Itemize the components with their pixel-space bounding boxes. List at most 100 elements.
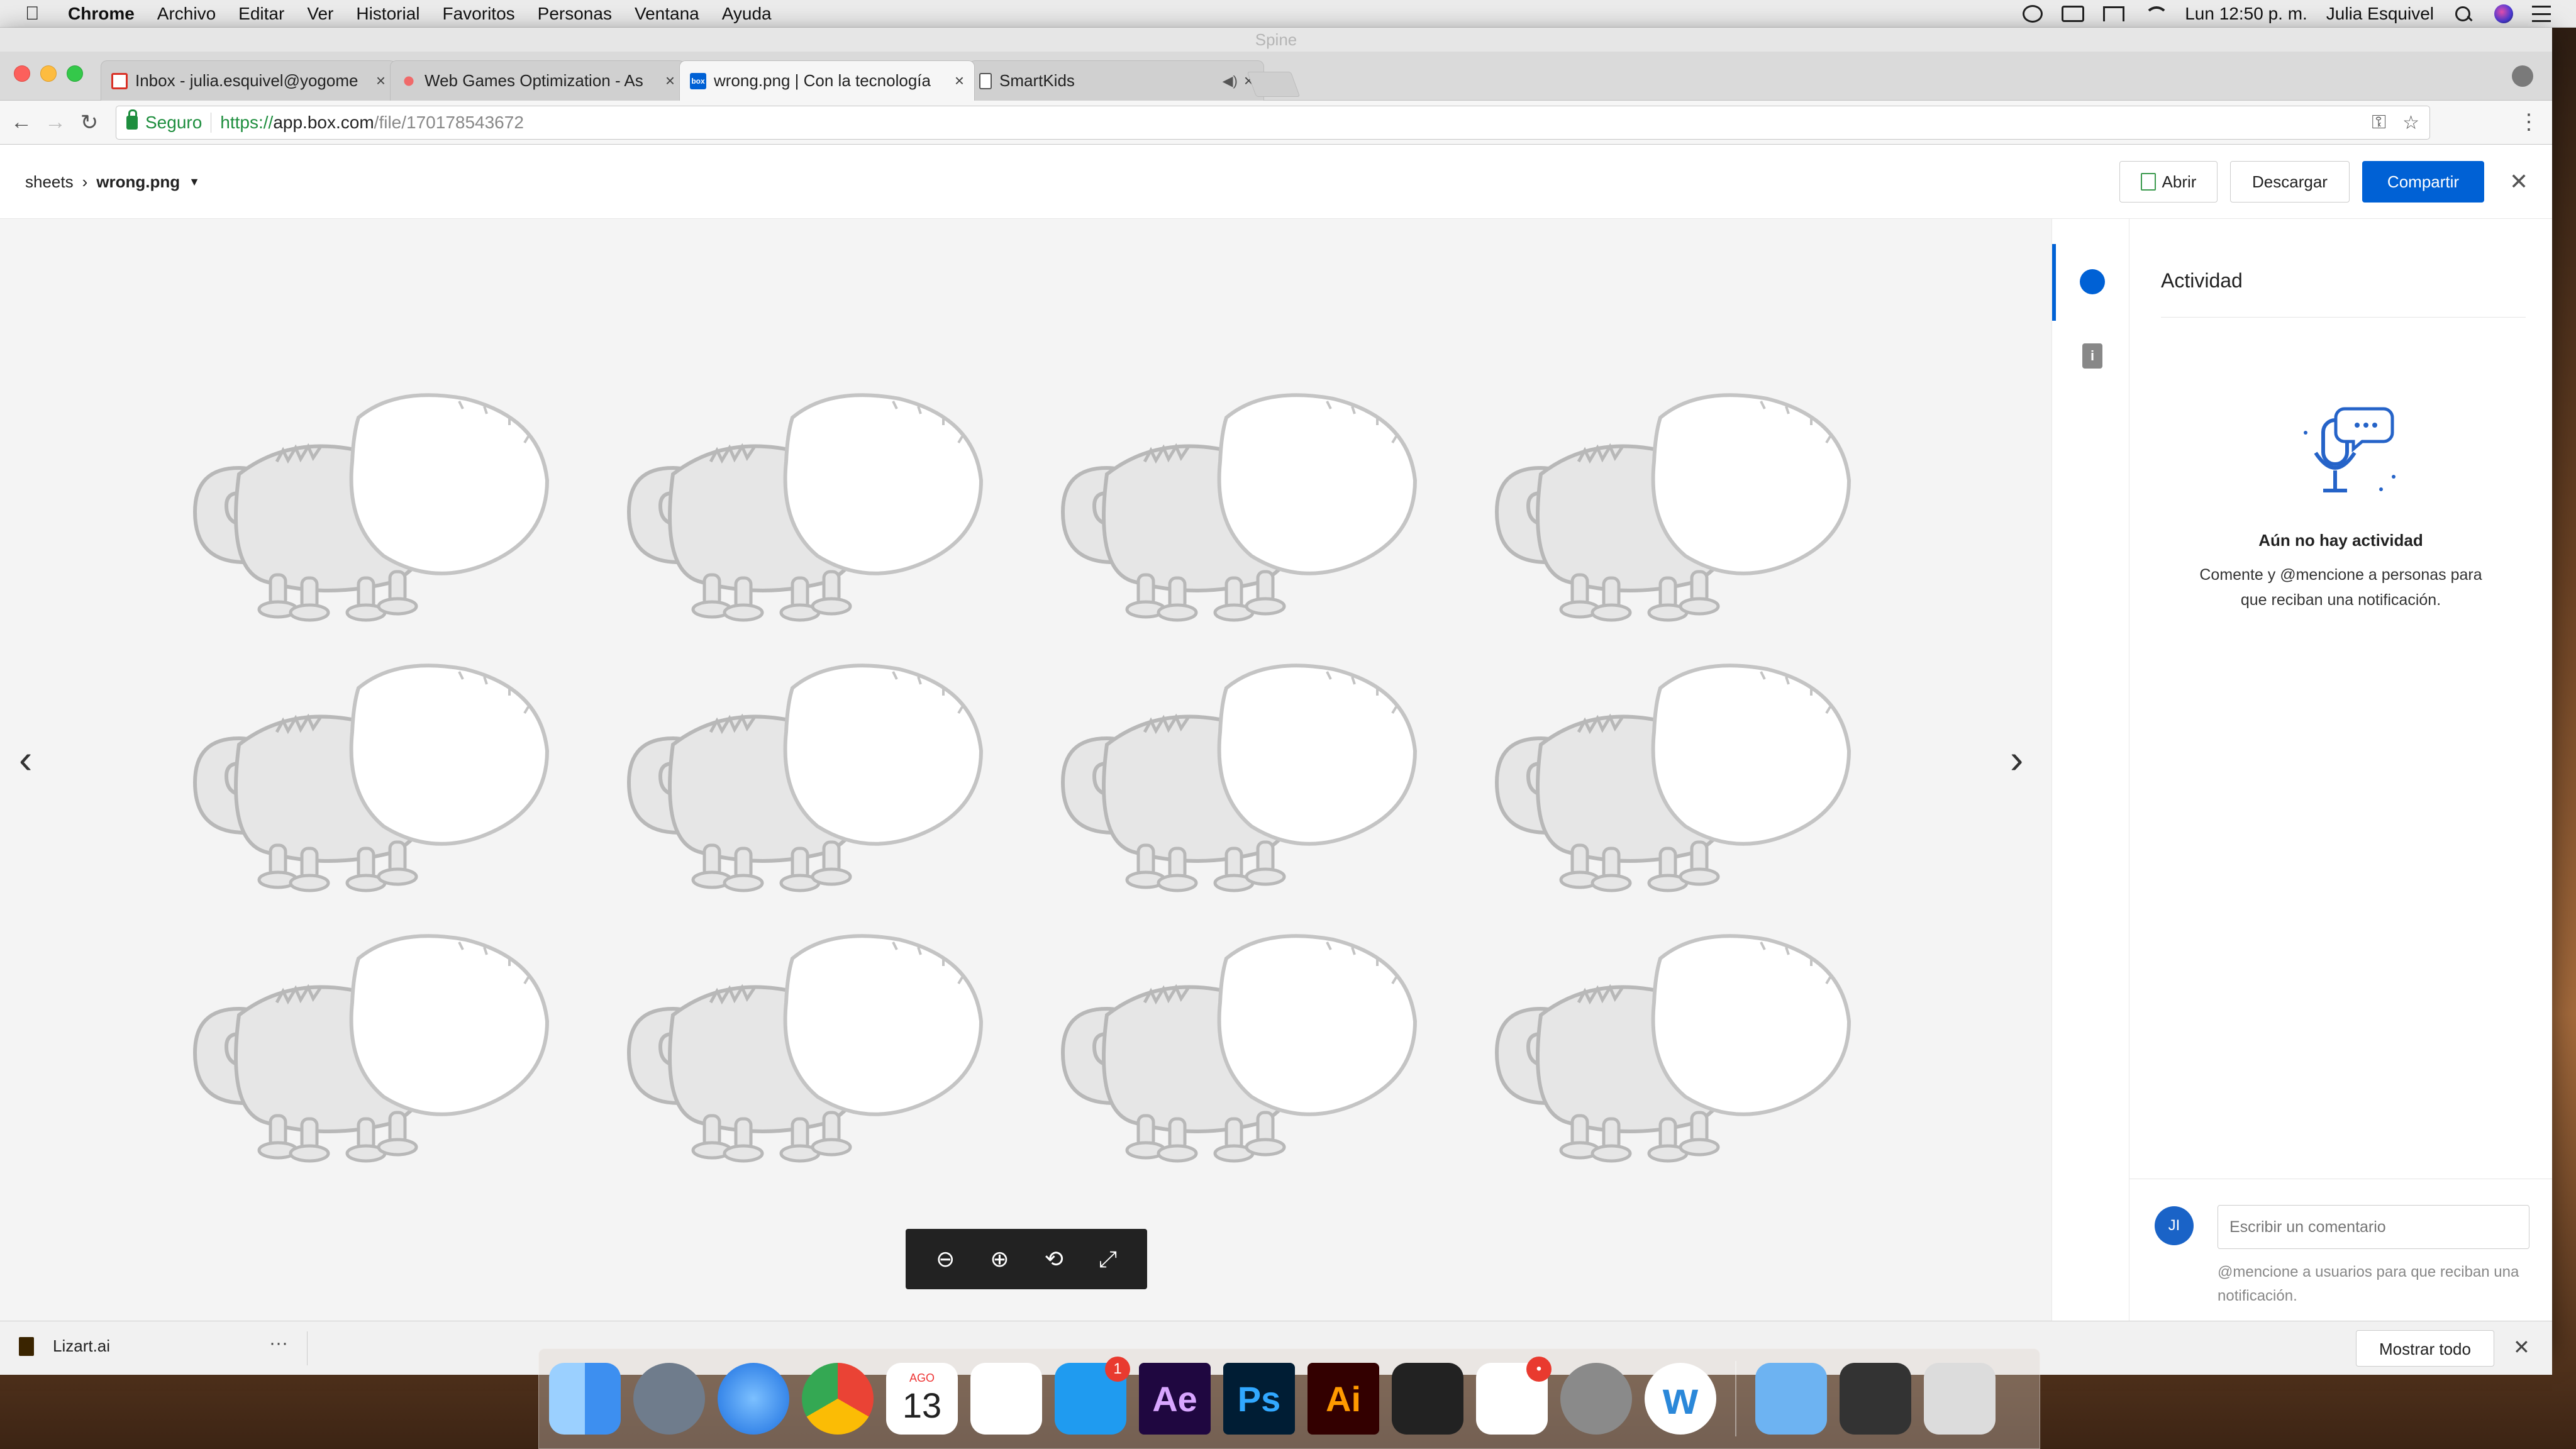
tab-label: Inbox - julia.esquivel@yogome bbox=[135, 71, 358, 90]
chrome-icon[interactable] bbox=[802, 1363, 874, 1435]
airplay-icon[interactable] bbox=[2103, 6, 2125, 21]
close-preview-icon[interactable]: ✕ bbox=[2509, 169, 2528, 195]
browser-window: Spine Inbox - julia.esquivel@yogome × We… bbox=[0, 28, 2552, 1375]
apple-icon[interactable]:  bbox=[25, 3, 50, 25]
tab-web-games-optimization[interactable]: Web Games Optimization - As × bbox=[390, 60, 686, 101]
recent-illustrator-file-icon[interactable] bbox=[1840, 1363, 1911, 1435]
browser-toolbar: ← → ↻ Seguro https:// app.box.com /file/… bbox=[0, 101, 2552, 145]
wifi-icon[interactable] bbox=[2143, 5, 2169, 23]
activity-chat-icon[interactable] bbox=[2080, 269, 2105, 294]
details-info-icon[interactable]: i bbox=[2082, 343, 2102, 369]
reminders-icon[interactable] bbox=[970, 1363, 1042, 1435]
notification-list-icon[interactable] bbox=[2532, 5, 2551, 22]
menu-archivo[interactable]: Archivo bbox=[157, 4, 216, 24]
chameleon-outline bbox=[192, 663, 550, 892]
microphone-illustration-icon bbox=[2304, 407, 2396, 492]
menu-favoritos[interactable]: Favoritos bbox=[443, 4, 515, 24]
spine-icon[interactable] bbox=[1392, 1363, 1463, 1435]
breadcrumb-parent[interactable]: sheets bbox=[25, 172, 74, 192]
security-label: Seguro bbox=[145, 113, 203, 132]
comment-input[interactable] bbox=[2218, 1205, 2529, 1249]
next-file-chevron-icon[interactable]: › bbox=[2010, 736, 2023, 782]
tab-close-icon[interactable]: × bbox=[376, 71, 386, 91]
previous-file-chevron-icon[interactable]: ‹ bbox=[19, 736, 32, 782]
address-bar[interactable]: Seguro https:// app.box.com /file/170178… bbox=[116, 106, 2430, 140]
siri-icon[interactable] bbox=[2494, 4, 2513, 23]
tab-label: SmartKids bbox=[999, 71, 1075, 90]
new-tab-button[interactable] bbox=[1246, 72, 1301, 97]
tab-close-icon[interactable]: × bbox=[955, 71, 964, 91]
download-button[interactable]: Descargar bbox=[2230, 161, 2350, 203]
illustrator-file-icon bbox=[19, 1336, 34, 1356]
tab-inbox[interactable]: Inbox - julia.esquivel@yogome × bbox=[101, 60, 396, 101]
dock: AGO 13 1 Ae Ps Ai • w bbox=[538, 1348, 2040, 1449]
minimize-window-button[interactable] bbox=[40, 65, 57, 82]
menu-ayuda[interactable]: Ayuda bbox=[722, 4, 772, 24]
tab-wrong-png[interactable]: box wrong.png | Con la tecnología × bbox=[679, 60, 975, 101]
slack-icon[interactable]: • bbox=[1476, 1357, 1552, 1435]
chameleon-outline bbox=[1494, 663, 1852, 892]
menu-app-name[interactable]: Chrome bbox=[68, 4, 135, 24]
forward-arrow-icon[interactable]: → bbox=[43, 110, 68, 135]
spotlight-search-icon[interactable] bbox=[2453, 5, 2475, 23]
divider bbox=[307, 1331, 308, 1365]
open-button[interactable]: Abrir bbox=[2119, 161, 2218, 203]
menu-ver[interactable]: Ver bbox=[307, 4, 333, 24]
safari-icon[interactable] bbox=[718, 1363, 789, 1435]
photoshop-icon[interactable]: Ps bbox=[1223, 1363, 1295, 1435]
launchpad-icon[interactable] bbox=[633, 1363, 705, 1435]
chameleon-outline bbox=[1060, 393, 1418, 622]
downloads-folder-icon[interactable] bbox=[1755, 1363, 1827, 1435]
finder-icon[interactable] bbox=[549, 1363, 621, 1435]
url-path: /file/170178543672 bbox=[374, 113, 524, 132]
avatar: JI bbox=[2155, 1206, 2194, 1245]
download-item[interactable]: Lizart.ai bbox=[19, 1336, 110, 1356]
show-all-downloads-button[interactable]: Mostrar todo bbox=[2356, 1330, 2494, 1367]
tab-label: wrong.png | Con la tecnología bbox=[714, 71, 931, 90]
document-icon bbox=[979, 72, 992, 89]
menu-editar[interactable]: Editar bbox=[238, 4, 284, 24]
bookmark-star-icon[interactable]: ☆ bbox=[2402, 112, 2419, 134]
rotate-icon[interactable]: ⟲ bbox=[1045, 1246, 1063, 1272]
profile-icon[interactable] bbox=[2512, 65, 2533, 87]
breadcrumb-current[interactable]: wrong.png bbox=[96, 172, 180, 192]
system-preferences-icon[interactable] bbox=[1560, 1363, 1632, 1435]
speaker-icon[interactable]: ◀) bbox=[1223, 73, 1238, 89]
lock-icon bbox=[126, 109, 138, 130]
menu-bar:  Chrome Archivo Editar Ver Historial Fa… bbox=[0, 0, 2576, 28]
menu-historial[interactable]: Historial bbox=[356, 4, 419, 24]
wunderlist-icon[interactable]: w bbox=[1645, 1363, 1716, 1435]
app-store-icon[interactable]: 1 bbox=[1055, 1357, 1130, 1435]
key-icon[interactable]: ⚿ bbox=[2372, 112, 2386, 134]
close-window-button[interactable] bbox=[14, 65, 30, 82]
menu-clock[interactable]: Lun 12:50 p. m. bbox=[2185, 4, 2307, 24]
tab-smartkids[interactable]: SmartKids ◀) × bbox=[969, 60, 1264, 101]
fullscreen-icon[interactable]: ⤢ bbox=[1099, 1246, 1117, 1273]
menu-user[interactable]: Julia Esquivel bbox=[2326, 4, 2434, 24]
zoom-in-icon[interactable]: ⊕ bbox=[990, 1246, 1009, 1272]
creative-cloud-icon[interactable] bbox=[2023, 4, 2043, 23]
chameleon-outline bbox=[192, 393, 550, 622]
menu-personas[interactable]: Personas bbox=[538, 4, 612, 24]
download-options-icon[interactable]: ··· bbox=[269, 1333, 288, 1354]
trash-icon[interactable] bbox=[1924, 1363, 1996, 1435]
after-effects-icon[interactable]: Ae bbox=[1139, 1363, 1211, 1435]
zoom-window-button[interactable] bbox=[67, 65, 83, 82]
url-scheme: https:// bbox=[220, 113, 274, 132]
reload-icon[interactable]: ↻ bbox=[77, 110, 102, 135]
dock-divider bbox=[1735, 1361, 1736, 1436]
back-arrow-icon[interactable]: ← bbox=[9, 110, 34, 135]
browser-menu-icon[interactable]: ⋮ bbox=[2518, 109, 2540, 135]
divider bbox=[2161, 317, 2526, 318]
screen-icon[interactable] bbox=[2062, 5, 2085, 22]
open-with-icon bbox=[2140, 173, 2156, 191]
tab-close-icon[interactable]: × bbox=[665, 71, 675, 91]
share-button[interactable]: Compartir bbox=[2362, 161, 2484, 203]
zoom-out-icon[interactable]: ⊖ bbox=[936, 1246, 955, 1272]
menu-ventana[interactable]: Ventana bbox=[635, 4, 699, 24]
calendar-day: 13 bbox=[902, 1385, 942, 1425]
illustrator-icon[interactable]: Ai bbox=[1307, 1363, 1379, 1435]
close-download-shelf-icon[interactable]: ✕ bbox=[2513, 1335, 2530, 1359]
caret-down-icon[interactable]: ▼ bbox=[189, 175, 200, 189]
calendar-icon[interactable]: AGO 13 bbox=[886, 1363, 958, 1435]
